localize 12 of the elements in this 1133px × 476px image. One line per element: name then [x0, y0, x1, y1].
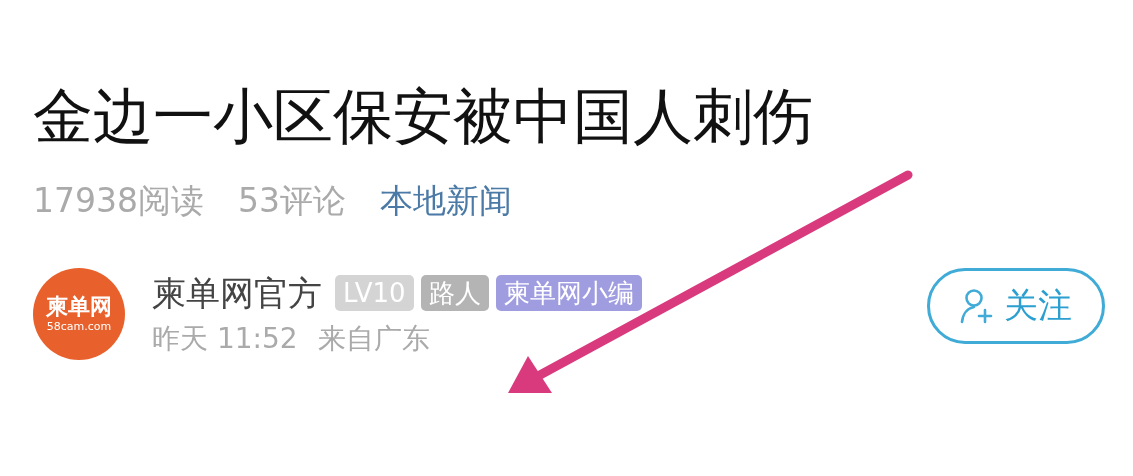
post-time: 昨天 11:52 [152, 321, 298, 357]
comment-count: 53评论 [238, 180, 346, 222]
article-title: 金边一小区保安被中国人刺伤 [33, 80, 814, 153]
category-link[interactable]: 本地新闻 [380, 178, 512, 224]
follow-button[interactable]: 关注 [927, 268, 1105, 344]
user-tag: 柬单网小编 [495, 275, 642, 311]
add-user-icon [960, 288, 994, 324]
post-location: 来自广东 [317, 321, 430, 357]
author-name[interactable]: 柬单网官方 [152, 271, 322, 315]
avatar-logo[interactable]: 柬单网 58cam.com [33, 268, 125, 360]
read-count: 17938阅读 [33, 180, 204, 222]
user-tag: 路人 [420, 275, 489, 311]
